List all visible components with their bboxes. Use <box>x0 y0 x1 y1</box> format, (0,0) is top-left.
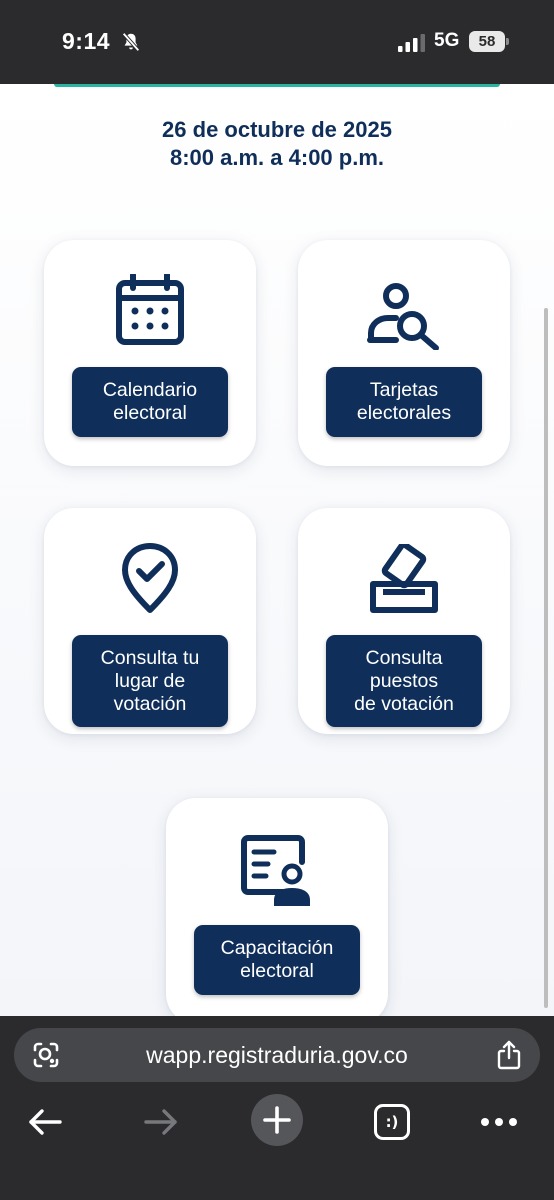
more-dots-icon <box>481 1118 517 1126</box>
tabs-icon: :) <box>374 1104 410 1140</box>
bell-off-icon <box>122 32 140 52</box>
url-text: wapp.registraduria.gov.co <box>146 1042 408 1068</box>
card-calendario-electoral[interactable]: Calendario electoral <box>44 240 256 466</box>
calendario-electoral-button[interactable]: Calendario electoral <box>72 367 228 437</box>
consulta-lugar-votacion-label: Consulta tu lugar de votación <box>100 646 200 715</box>
id-document-icon <box>241 835 310 906</box>
browser-toolbar: wapp.registraduria.gov.co :) <box>0 1016 554 1200</box>
forward-button[interactable] <box>138 1094 184 1150</box>
header-accent-line <box>54 84 500 87</box>
status-bar: 9:14 5G 58 <box>0 0 554 84</box>
arrow-left-icon <box>29 1109 62 1135</box>
back-button[interactable] <box>22 1094 68 1150</box>
new-tab-button[interactable] <box>250 1092 304 1148</box>
consulta-lugar-votacion-button[interactable]: Consulta tu lugar de votación <box>72 635 228 727</box>
tab-count-glyph: :) <box>385 1113 399 1131</box>
plus-icon <box>251 1094 303 1146</box>
user-search-icon <box>367 283 439 350</box>
tarjetas-electorales-label: Tarjetas electorales <box>356 379 452 424</box>
capacitacion-electoral-label: Capacitación electoral <box>220 937 334 982</box>
battery-cap <box>506 38 509 45</box>
status-time: 9:14 <box>62 28 111 54</box>
calendario-electoral-label: Calendario electoral <box>102 379 198 424</box>
consulta-puestos-votacion-label: Consulta puestos de votación <box>354 646 454 715</box>
ballot-box-icon <box>370 544 438 613</box>
capacitacion-electoral-button[interactable]: Capacitación electoral <box>194 925 360 995</box>
address-bar[interactable]: wapp.registraduria.gov.co <box>14 1028 540 1082</box>
card-consulta-puestos-votacion[interactable]: Consulta puestos de votación <box>298 508 510 734</box>
more-options-button[interactable] <box>478 1094 520 1150</box>
battery-level: 58 <box>469 31 505 52</box>
calendar-icon <box>116 274 184 345</box>
card-consulta-lugar-votacion[interactable]: Consulta tu lugar de votación <box>44 508 256 734</box>
tabs-button[interactable]: :) <box>372 1094 412 1150</box>
scrollbar[interactable] <box>544 308 548 1008</box>
arrow-right-icon <box>144 1109 177 1135</box>
location-check-icon <box>122 543 178 613</box>
tarjetas-electorales-button[interactable]: Tarjetas electorales <box>326 367 482 437</box>
election-date: 26 de octubre de 2025 <box>162 117 392 142</box>
card-tarjetas-electorales[interactable]: Tarjetas electorales <box>298 240 510 466</box>
signal-icon <box>398 34 425 52</box>
share-icon[interactable] <box>496 1040 522 1070</box>
election-hours: 8:00 a.m. a 4:00 p.m. <box>170 145 384 170</box>
network-type: 5G <box>434 30 460 51</box>
card-capacitacion-electoral[interactable]: Capacitación electoral <box>166 798 388 1016</box>
web-content: 26 de octubre de 2025 8:00 a.m. a 4:00 p… <box>0 84 554 1016</box>
consulta-puestos-votacion-button[interactable]: Consulta puestos de votación <box>326 635 482 727</box>
